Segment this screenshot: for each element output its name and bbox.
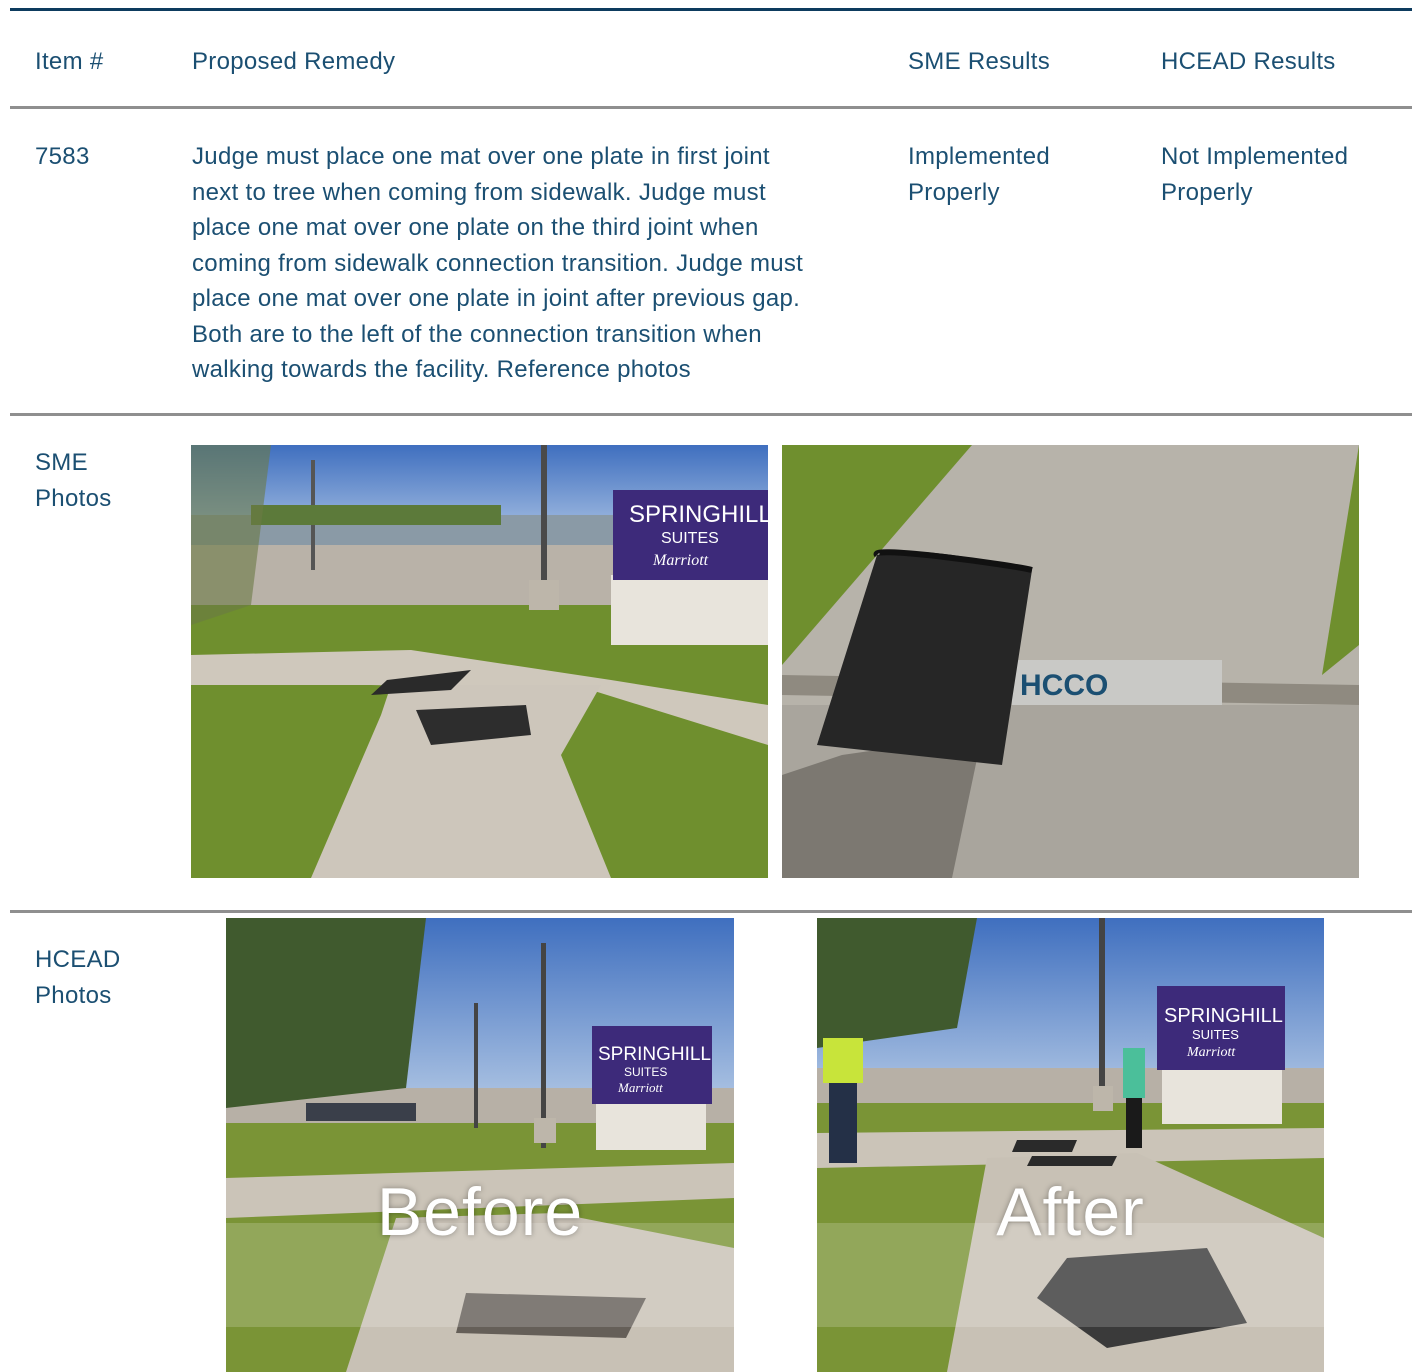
after-label: After xyxy=(996,1174,1145,1250)
remedy-line: place one mat over one plate in joint af… xyxy=(192,285,801,312)
sme-result-line: Implemented xyxy=(908,143,1051,170)
table-top-rule xyxy=(10,8,1412,11)
remedy-line: Both are to the left of the connection t… xyxy=(192,320,762,348)
sign-line: SPRINGHILL xyxy=(598,1044,711,1065)
header-divider xyxy=(10,106,1412,109)
hcead-result-line: Not Implemented xyxy=(1161,143,1349,170)
proposed-remedy-text: Judge must place one mat over one plate … xyxy=(192,139,892,388)
sign-line: Marriott xyxy=(1186,1045,1236,1060)
sme-result: Implemented Properly xyxy=(908,139,1050,210)
plate-text: HCCO xyxy=(1020,669,1108,702)
hcead-photo-before: SPRINGHILL SUITES Marriott Before xyxy=(226,918,734,1372)
sign-line: SUITES xyxy=(1192,1027,1239,1042)
remedy-line: walking towards the facility. Reference … xyxy=(192,356,691,383)
header-proposed-remedy: Proposed Remedy xyxy=(192,48,396,75)
sme-photo-mat-closeup: HCCO xyxy=(782,445,1359,878)
header-sme-results: SME Results xyxy=(908,48,1051,75)
hcead-photo-after: SPRINGHILL SUITES Marriott After xyxy=(817,918,1324,1372)
hcead-photos-label-line: Photos xyxy=(35,981,112,1009)
item-number: 7583 xyxy=(35,143,90,170)
remedy-line: coming from sidewalk connection transiti… xyxy=(192,249,804,277)
sme-photos-label-line: SME xyxy=(35,449,88,476)
header-hcead-results: HCEAD Results xyxy=(1161,48,1336,75)
sme-photos-label-line: Photos xyxy=(35,484,112,512)
hcead-photos-label: HCEAD Photos xyxy=(35,942,121,1013)
hcead-photos-label-line: HCEAD xyxy=(35,946,121,973)
row-divider-sme-photos xyxy=(10,910,1412,913)
remedy-line: next to tree when coming from sidewalk. … xyxy=(192,178,766,206)
hcead-result: Not Implemented Properly xyxy=(1161,139,1348,210)
sign-line: Marriott xyxy=(652,552,709,569)
sign-line: SPRINGHILL xyxy=(629,501,768,528)
remedy-line: Judge must place one mat over one plate … xyxy=(192,143,770,170)
remedy-line: place one mat over one plate on the thir… xyxy=(192,214,759,241)
sign-line: Marriott xyxy=(617,1080,663,1095)
sign-line: SUITES xyxy=(624,1065,667,1079)
sme-photo-walkway: SPRINGHILL SUITES Marriott xyxy=(191,445,768,878)
hcead-result-line: Properly xyxy=(1161,178,1253,206)
before-label: Before xyxy=(376,1174,584,1250)
row-divider-remedy xyxy=(10,413,1412,416)
header-item-number: Item # xyxy=(35,48,104,75)
sign-line: SUITES xyxy=(661,530,719,547)
sme-result-line: Properly xyxy=(908,178,1000,206)
sme-photos-label: SME Photos xyxy=(35,445,112,516)
sign-line: SPRINGHILL xyxy=(1164,1005,1283,1027)
